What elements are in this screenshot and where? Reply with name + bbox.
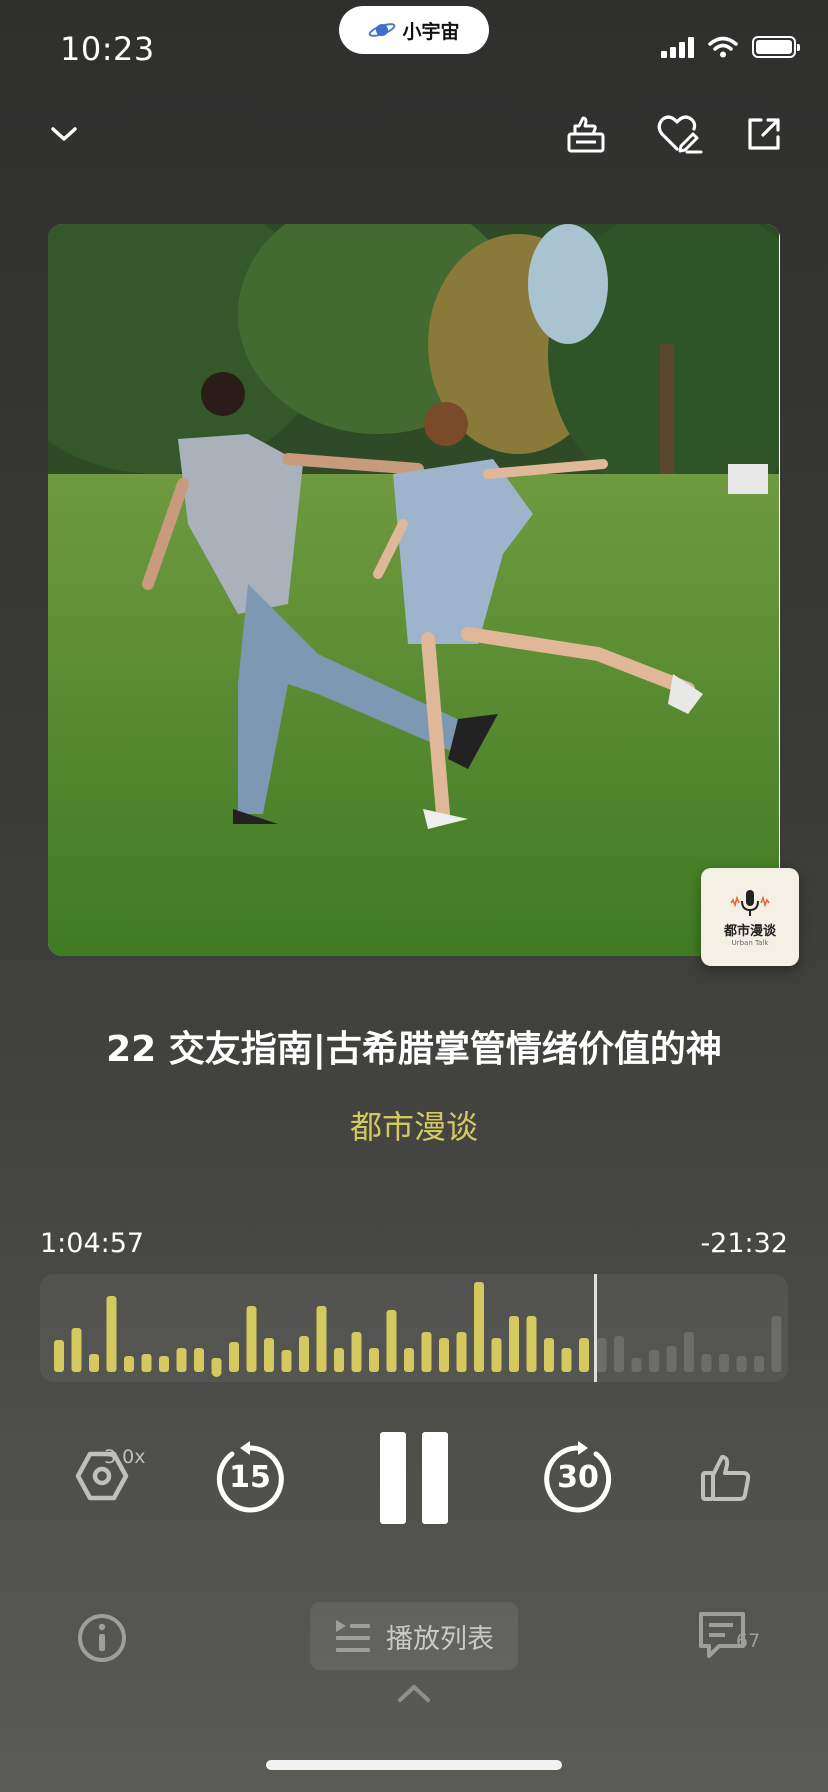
microphone-icon bbox=[730, 889, 770, 916]
waveform-bar bbox=[474, 1282, 484, 1372]
waveform-bar bbox=[526, 1316, 537, 1372]
waveform-bar bbox=[596, 1338, 607, 1372]
waveform-bar bbox=[614, 1336, 624, 1372]
waveform-bar bbox=[631, 1358, 642, 1372]
thumbs-up-icon bbox=[701, 1455, 751, 1501]
waveform-bar bbox=[509, 1316, 519, 1372]
status-time: 10:23 bbox=[60, 30, 155, 68]
playlist-icon bbox=[336, 1620, 370, 1652]
forward-seconds: 30 bbox=[557, 1460, 599, 1495]
collapse-button[interactable] bbox=[40, 110, 88, 158]
waveform-bar bbox=[439, 1338, 449, 1372]
waveform-bar bbox=[299, 1336, 309, 1372]
waveform-bar bbox=[159, 1356, 169, 1372]
status-icons bbox=[661, 36, 800, 58]
cover-photo bbox=[48, 224, 780, 956]
playlist-button[interactable]: 播放列表 bbox=[310, 1602, 518, 1670]
waveform bbox=[54, 1274, 782, 1382]
waveform-bar bbox=[229, 1342, 239, 1372]
chapter-marker bbox=[211, 1367, 222, 1377]
waveform-bar bbox=[561, 1348, 572, 1372]
share-icon bbox=[748, 118, 780, 150]
progress-times: 1:04:57 -21:32 bbox=[40, 1228, 788, 1259]
waveform-bar bbox=[771, 1316, 782, 1372]
chevron-up-icon[interactable] bbox=[394, 1680, 434, 1706]
waveform-scrubber[interactable] bbox=[40, 1274, 788, 1382]
waveform-bar bbox=[491, 1338, 502, 1372]
status-bar: 10:23 小宇宙 bbox=[0, 0, 828, 100]
cellular-signal-icon bbox=[661, 36, 694, 58]
playlist-label: 播放列表 bbox=[386, 1623, 494, 1655]
rewind-button[interactable]: 15 bbox=[210, 1438, 290, 1518]
thumbs-up-card-icon bbox=[567, 116, 605, 153]
podcast-name[interactable]: 都市漫谈 bbox=[0, 1102, 828, 1148]
waveform-bar bbox=[736, 1356, 747, 1372]
favorite-button[interactable] bbox=[656, 110, 704, 158]
waveform-bar bbox=[141, 1354, 152, 1372]
badge-subtitle: Urban Talk bbox=[731, 938, 769, 947]
waveform-bar bbox=[246, 1306, 257, 1372]
speed-label: 3.0x bbox=[104, 1446, 146, 1468]
waveform-bar bbox=[386, 1310, 397, 1372]
island-app-name: 小宇宙 bbox=[402, 20, 460, 43]
waveform-bar bbox=[579, 1338, 589, 1372]
waveform-bar bbox=[176, 1348, 187, 1372]
like-button[interactable] bbox=[696, 1448, 756, 1508]
waveform-bar bbox=[684, 1332, 694, 1372]
chevron-down-icon bbox=[51, 127, 77, 141]
share-button[interactable] bbox=[740, 110, 788, 158]
planet-icon bbox=[369, 23, 396, 37]
waveform-bar bbox=[404, 1348, 414, 1372]
pause-button[interactable] bbox=[374, 1428, 454, 1528]
playhead[interactable] bbox=[594, 1274, 597, 1382]
heart-edit-icon bbox=[657, 115, 703, 154]
waveform-bar bbox=[54, 1340, 64, 1372]
episode-cover[interactable] bbox=[48, 224, 780, 956]
top-nav bbox=[0, 100, 828, 170]
remaining-time: -21:32 bbox=[700, 1228, 788, 1259]
elapsed-time: 1:04:57 bbox=[40, 1228, 145, 1259]
waveform-bar bbox=[649, 1350, 659, 1372]
comment-count: 67 bbox=[736, 1630, 761, 1652]
waveform-bar bbox=[334, 1348, 344, 1372]
recommend-button[interactable] bbox=[562, 110, 610, 158]
waveform-bar bbox=[316, 1306, 327, 1372]
forward-button[interactable]: 30 bbox=[538, 1438, 618, 1518]
waveform-bar bbox=[369, 1348, 379, 1372]
dynamic-island-app[interactable]: 小宇宙 bbox=[339, 6, 489, 54]
waveform-bar bbox=[194, 1348, 204, 1372]
waveform-bar bbox=[456, 1332, 467, 1372]
podcast-badge[interactable]: 都市漫谈 Urban Talk bbox=[701, 868, 799, 966]
waveform-bar bbox=[701, 1354, 712, 1372]
episode-title: 22 交友指南|古希腊掌管情绪价值的神 bbox=[106, 1029, 722, 1070]
waveform-bar bbox=[754, 1356, 764, 1372]
battery-icon bbox=[752, 36, 800, 58]
waveform-bar bbox=[544, 1338, 554, 1372]
waveform-bar bbox=[281, 1350, 292, 1372]
waveform-bar bbox=[264, 1338, 274, 1372]
rewind-seconds: 15 bbox=[229, 1460, 271, 1495]
wifi-icon bbox=[708, 36, 738, 58]
waveform-bar bbox=[106, 1296, 117, 1372]
waveform-bar bbox=[351, 1332, 362, 1372]
waveform-bar bbox=[89, 1354, 99, 1372]
badge-title: 都市漫谈 bbox=[723, 923, 776, 939]
waveform-bar bbox=[719, 1354, 729, 1372]
waveform-bar bbox=[666, 1346, 677, 1372]
waveform-bar bbox=[421, 1332, 432, 1372]
waveform-bar bbox=[124, 1356, 134, 1372]
waveform-bar bbox=[71, 1328, 82, 1372]
home-indicator bbox=[266, 1760, 562, 1770]
pause-icon bbox=[380, 1432, 448, 1524]
